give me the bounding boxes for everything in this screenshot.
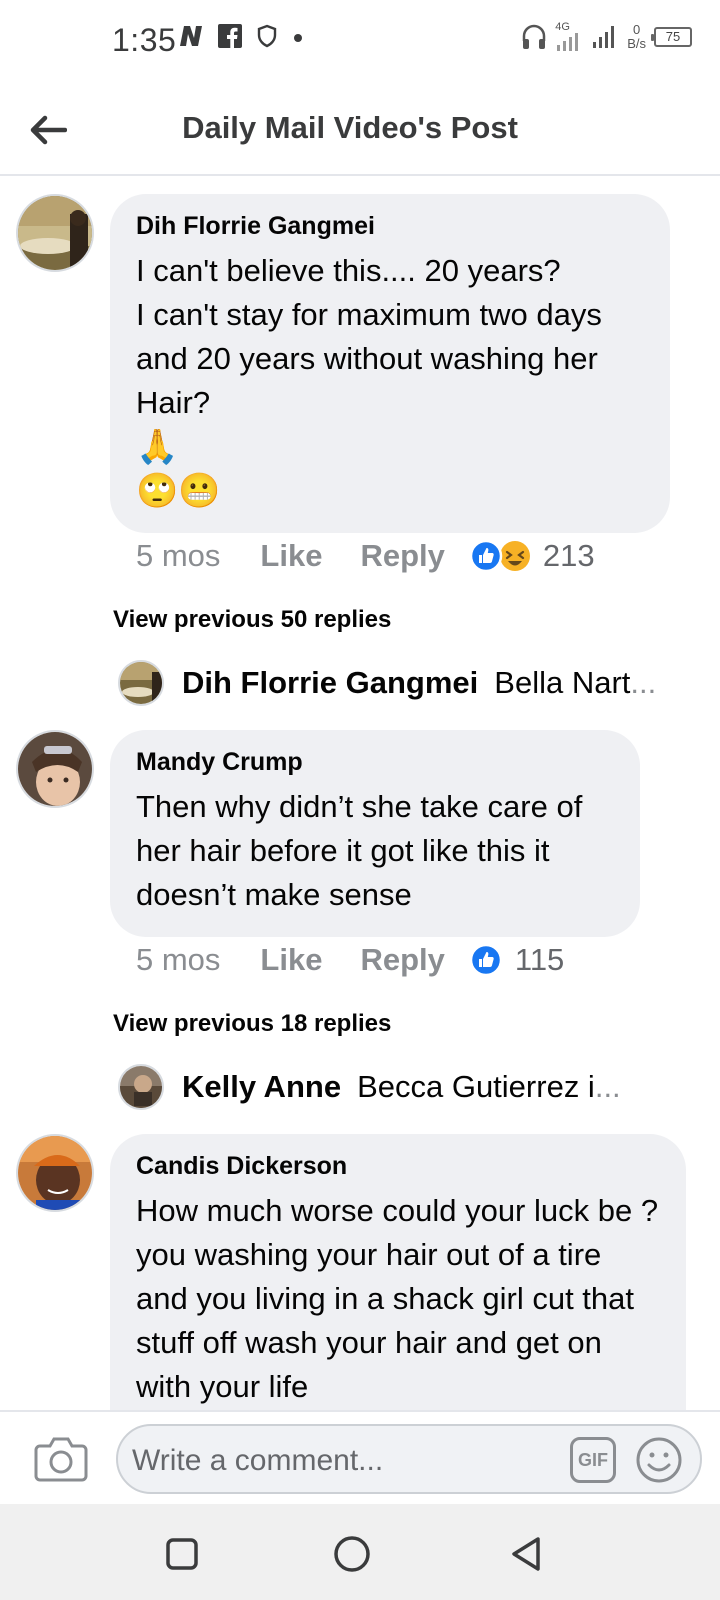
reply-author: Dih Florrie Gangmei xyxy=(182,665,479,700)
battery-level: 75 xyxy=(665,29,681,44)
speed-value: 0 xyxy=(632,21,641,37)
reply-author: Kelly Anne xyxy=(182,1069,342,1104)
comment-meta: 5 mos Like Reply 213 xyxy=(136,538,595,574)
face-emojis: 🙄😬 xyxy=(136,472,221,510)
view-previous-replies[interactable]: View previous 50 replies xyxy=(113,606,391,634)
comment-bubble[interactable]: Dih Florrie Gangmei I can't believe this… xyxy=(110,194,670,533)
back-nav-button[interactable] xyxy=(504,1532,548,1576)
comment-time: 5 mos xyxy=(136,942,221,977)
comment-meta: 5 mos Like Reply 115 xyxy=(136,942,564,978)
reply-ellipsis: ... xyxy=(630,665,657,700)
battery-icon: 75 xyxy=(651,26,692,47)
avatar[interactable] xyxy=(16,194,94,272)
camera-icon xyxy=(34,1437,88,1482)
notification-n-icon xyxy=(178,24,204,48)
headphones-icon xyxy=(521,23,547,51)
circle-icon xyxy=(334,1536,370,1572)
shield-icon xyxy=(256,24,278,48)
facebook-icon xyxy=(218,24,242,48)
reply-avatar xyxy=(118,660,164,706)
system-nav-bar xyxy=(0,1504,720,1600)
status-bar: 1:35 4G 0 B/s 75 xyxy=(0,0,720,80)
status-icons-right: 4G 0 B/s 75 xyxy=(521,22,692,51)
gif-button[interactable]: GIF xyxy=(570,1437,616,1483)
signal-4g-icon: 4G xyxy=(555,22,583,51)
reply-button: Reply xyxy=(360,942,445,977)
reply-preview[interactable]: Dih Florrie Gangmei Bella Nart ... xyxy=(118,660,656,706)
reply-preview[interactable]: Kelly Anne Becca Gutierrez i ... xyxy=(118,1064,621,1110)
praying-hands-emoji: 🙏 xyxy=(136,428,179,466)
emoji-button[interactable] xyxy=(634,1435,684,1485)
recents-button[interactable] xyxy=(160,1532,204,1576)
comment-text: How much worse could your luck be ? you … xyxy=(136,1193,659,1404)
comment-input[interactable]: Write a comment... GIF xyxy=(116,1424,702,1494)
reply-avatar xyxy=(118,1064,164,1110)
reply-button: Reply xyxy=(360,538,445,573)
reply-snippet: Bella Nart xyxy=(494,665,631,700)
comment-text: Then why didn’t she take care of her hai… xyxy=(136,789,583,912)
comment-author[interactable]: Dih Florrie Gangmei xyxy=(136,212,644,241)
camera-button[interactable] xyxy=(34,1434,88,1484)
comment-author[interactable]: Mandy Crump xyxy=(136,748,614,777)
reaction-count[interactable]: 213 xyxy=(543,538,595,574)
comment-time: 5 mos xyxy=(136,538,221,573)
avatar[interactable] xyxy=(16,730,94,808)
network-label: 4G xyxy=(555,21,570,33)
view-previous-replies[interactable]: View previous 18 replies xyxy=(113,1010,391,1038)
comment-placeholder: Write a comment... xyxy=(132,1444,384,1477)
triangle-back-icon xyxy=(512,1537,540,1571)
like-button[interactable]: Like xyxy=(260,538,322,574)
comment-bubble[interactable]: Candis Dickerson How much worse could yo… xyxy=(110,1134,686,1410)
signal-bars-icon xyxy=(591,25,619,48)
dot-icon xyxy=(292,24,304,48)
comment-composer: Write a comment... GIF xyxy=(0,1410,720,1504)
status-icons-left xyxy=(178,24,304,48)
home-button[interactable] xyxy=(330,1532,374,1576)
status-time: 1:35 xyxy=(112,22,177,58)
square-icon xyxy=(166,1538,198,1570)
reply-snippet: Becca Gutierrez i xyxy=(357,1069,595,1104)
speed-unit: B/s xyxy=(627,35,646,51)
network-speed: 0 B/s xyxy=(627,21,646,51)
comments-feed[interactable]: Dih Florrie Gangmei I can't believe this… xyxy=(0,178,720,1410)
comment-bubble[interactable]: Mandy Crump Then why didn’t she take car… xyxy=(110,730,640,937)
post-header: Daily Mail Video's Post xyxy=(0,80,720,176)
avatar[interactable] xyxy=(16,1134,94,1212)
comment-author[interactable]: Candis Dickerson xyxy=(136,1152,660,1181)
reaction-count[interactable]: 115 xyxy=(515,942,564,978)
like-button[interactable]: Like xyxy=(260,942,322,978)
comment-text: I can't believe this.... 20 years? I can… xyxy=(136,253,602,420)
page-title: Daily Mail Video's Post xyxy=(182,110,518,145)
smiley-icon xyxy=(636,1437,682,1483)
reactions-icon[interactable] xyxy=(469,539,531,573)
like-reaction-icon[interactable] xyxy=(469,943,503,977)
reply-ellipsis: ... xyxy=(594,1069,621,1104)
